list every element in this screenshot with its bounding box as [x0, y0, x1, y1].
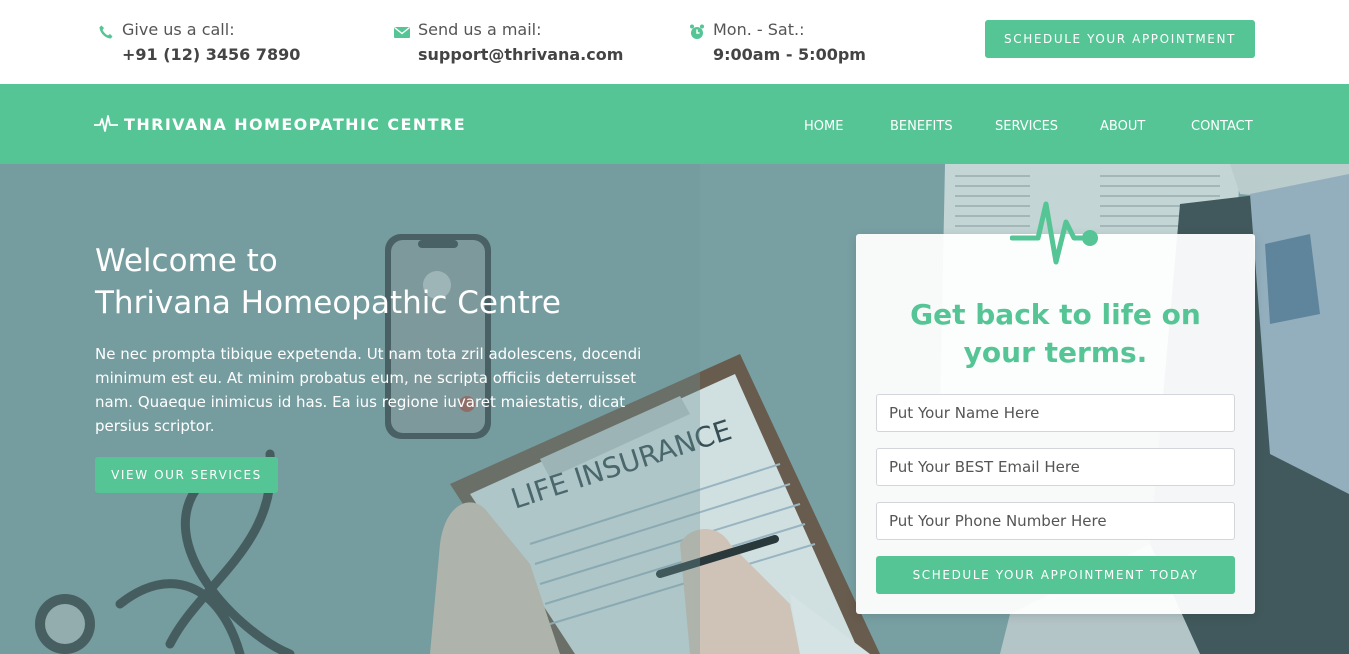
- top-contact-bar: Give us a call: +91 (12) 3456 7890 Send …: [0, 0, 1349, 84]
- email-address[interactable]: support@thrivana.com: [418, 45, 623, 64]
- hero-title-line-1: Welcome to: [95, 243, 278, 279]
- hero-title: Welcome to Thrivana Homeopathic Centre: [95, 240, 715, 324]
- hero-description: Ne nec prompta tibique expetenda. Ut nam…: [95, 345, 642, 435]
- heartbeat-icon: [1010, 201, 1098, 265]
- schedule-appointment-button[interactable]: SCHEDULE YOUR APPOINTMENT: [985, 20, 1255, 58]
- phone-input[interactable]: [876, 502, 1235, 540]
- nav-item-home[interactable]: HOME: [804, 119, 843, 134]
- alarm-clock-icon: [689, 24, 707, 40]
- heartbeat-icon: [94, 114, 118, 134]
- phone-icon: [98, 24, 116, 40]
- envelope-icon: [394, 24, 412, 40]
- email-input[interactable]: [876, 448, 1235, 486]
- call-label: Give us a call:: [122, 20, 235, 39]
- nav-item-services[interactable]: SERVICES: [995, 119, 1058, 134]
- hero-title-line-2: Thrivana Homeopathic Centre: [95, 285, 561, 321]
- form-title: Get back to life on your terms.: [910, 298, 1201, 369]
- phone-number[interactable]: +91 (12) 3456 7890: [122, 45, 300, 64]
- view-services-button[interactable]: VIEW OUR SERVICES: [95, 457, 278, 493]
- mail-label: Send us a mail:: [418, 20, 542, 39]
- nav-item-about[interactable]: ABOUT: [1100, 119, 1145, 134]
- nav-item-contact[interactable]: CONTACT: [1191, 119, 1253, 134]
- opening-hours: 9:00am - 5:00pm: [713, 45, 866, 64]
- brand-name: THRIVANA HOMEOPATHIC CENTRE: [124, 115, 467, 134]
- main-navbar: THRIVANA HOMEOPATHIC CENTRE HOME BENEFIT…: [0, 84, 1349, 164]
- appointment-form-card: Get back to life on your terms. SCHEDULE…: [856, 234, 1255, 614]
- hero-section: LIFE INSURANCE Welcome to Thrivana Homeo…: [0, 164, 1349, 654]
- schedule-appointment-today-button[interactable]: SCHEDULE YOUR APPOINTMENT TODAY: [876, 556, 1235, 594]
- nav-item-benefits[interactable]: BENEFITS: [890, 119, 953, 134]
- name-input[interactable]: [876, 394, 1235, 432]
- hours-label: Mon. - Sat.:: [713, 20, 805, 39]
